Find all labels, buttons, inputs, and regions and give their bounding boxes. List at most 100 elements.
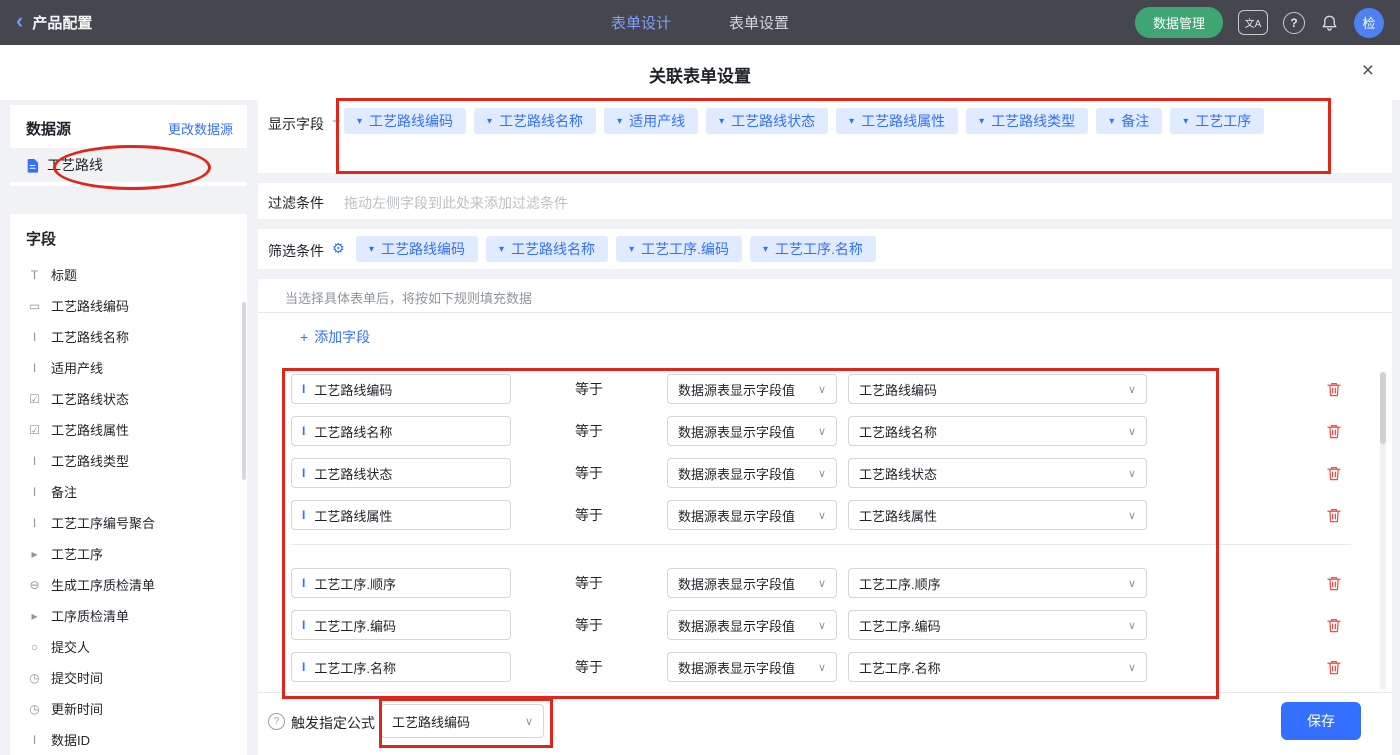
add-display-field-icon[interactable]: + bbox=[332, 113, 341, 130]
rules-hint: 当选择具体表单后，将按如下规则填充数据 bbox=[285, 291, 533, 306]
caret-down-icon: ▾ bbox=[617, 115, 623, 127]
source-select[interactable]: 数据源表显示字段值 ∨ bbox=[667, 416, 837, 446]
sidebar-field-item[interactable]: ◷ 更新时间 bbox=[10, 693, 247, 724]
datasource-item[interactable]: 工艺路线 bbox=[10, 148, 247, 182]
field-tag[interactable]: ▾ 工艺路线名称 bbox=[486, 236, 609, 262]
delete-icon[interactable] bbox=[1326, 617, 1342, 634]
datasource-panel: 数据源 更改数据源 工艺路线 bbox=[10, 105, 247, 186]
notification-bell-icon[interactable] bbox=[1320, 13, 1339, 33]
gear-icon[interactable]: ⚙ bbox=[332, 240, 345, 257]
field-tag[interactable]: ▾ 工艺路线编码 bbox=[344, 108, 467, 134]
delete-icon[interactable] bbox=[1326, 465, 1342, 482]
value-select-value: 工艺路线名称 bbox=[859, 424, 938, 440]
caret-down-icon: ▾ bbox=[629, 243, 635, 255]
sidebar-field-item[interactable]: I 适用产线 bbox=[10, 352, 247, 383]
rule-field-box[interactable]: I 工艺路线属性 bbox=[291, 500, 511, 530]
avatar[interactable]: 检 bbox=[1354, 7, 1384, 38]
field-tag[interactable]: ▾ 工艺路线状态 bbox=[706, 108, 829, 134]
divider bbox=[258, 312, 1392, 313]
sidebar-field-item[interactable]: I 工艺路线名称 bbox=[10, 321, 247, 352]
source-select[interactable]: 数据源表显示字段值 ∨ bbox=[667, 568, 837, 598]
text-icon: I bbox=[32, 484, 37, 499]
delete-icon[interactable] bbox=[1326, 423, 1342, 440]
value-select[interactable]: 工艺路线编码 ∨ bbox=[848, 374, 1147, 404]
source-select[interactable]: 数据源表显示字段值 ∨ bbox=[667, 652, 837, 682]
sidebar-field-item[interactable]: I 工艺路线类型 bbox=[10, 445, 247, 476]
field-tag[interactable]: ▾ 工艺工序.名称 bbox=[749, 236, 876, 262]
back-button[interactable]: ‹ 产品配置 bbox=[16, 10, 92, 33]
field-tag[interactable]: ▾ 工艺路线属性 bbox=[836, 108, 959, 134]
change-datasource-link[interactable]: 更改数据源 bbox=[168, 119, 233, 138]
tab-form-design[interactable]: 表单设计 bbox=[611, 12, 671, 33]
rule-field-box[interactable]: I 工艺工序.顺序 bbox=[291, 568, 511, 598]
tab-form-settings[interactable]: 表单设置 bbox=[729, 12, 789, 33]
sidebar-field-item[interactable]: ☑ 工艺路线状态 bbox=[10, 383, 247, 414]
tag-label: 工艺路线状态 bbox=[731, 113, 816, 129]
caret-down-icon: ▾ bbox=[979, 115, 985, 127]
close-icon[interactable]: × bbox=[1362, 60, 1374, 81]
title-icon: T bbox=[30, 267, 39, 282]
sidebar-field-item[interactable]: ▭ 工艺路线编码 bbox=[10, 290, 247, 321]
sidebar-field-item[interactable]: ◷ 提交时间 bbox=[10, 662, 247, 693]
field-tag[interactable]: ▾ 工艺工序 bbox=[1170, 108, 1265, 134]
rules-list: I 工艺路线编码 等于 数据源表显示字段值 ∨ 工艺路线编码 ∨ I 工艺路线名称 等于 数据源表显… bbox=[258, 374, 1392, 694]
tag-label: 工艺工序 bbox=[1195, 113, 1252, 129]
subform-icon: ▸ bbox=[31, 546, 38, 561]
sidebar-scrollbar[interactable] bbox=[242, 302, 246, 480]
translate-icon[interactable]: 文A bbox=[1238, 10, 1268, 35]
value-select[interactable]: 工艺路线属性 ∨ bbox=[848, 500, 1147, 530]
add-field-button[interactable]: + 添加字段 bbox=[300, 327, 370, 347]
source-select-value: 数据源表显示字段值 bbox=[678, 466, 796, 482]
help-circle-icon[interactable]: ? bbox=[268, 713, 285, 730]
value-select-value: 工艺工序.编码 bbox=[859, 618, 941, 634]
delete-icon[interactable] bbox=[1326, 507, 1342, 524]
help-icon[interactable]: ? bbox=[1283, 11, 1305, 34]
rules-scrollbar[interactable] bbox=[1380, 372, 1386, 444]
field-tag[interactable]: ▾ 适用产线 bbox=[604, 108, 699, 134]
sidebar-field-item[interactable]: ⊖ 生成工序质检清单 bbox=[10, 569, 247, 600]
delete-icon[interactable] bbox=[1326, 575, 1342, 592]
sidebar-field-item[interactable]: I 工艺工序编号聚合 bbox=[10, 507, 247, 538]
field-tag[interactable]: ▾ 工艺路线名称 bbox=[474, 108, 597, 134]
source-select[interactable]: 数据源表显示字段值 ∨ bbox=[667, 500, 837, 530]
field-tag[interactable]: ▾ 备注 bbox=[1096, 108, 1163, 134]
rule-field-box[interactable]: I 工艺工序.编码 bbox=[291, 610, 511, 640]
field-tag[interactable]: ▾ 工艺工序.编码 bbox=[616, 236, 742, 262]
sidebar-field-item[interactable]: ▸ 工艺工序 bbox=[10, 538, 247, 569]
rule-row: I 工艺路线编码 等于 数据源表显示字段值 ∨ 工艺路线编码 ∨ bbox=[291, 374, 1392, 404]
caret-down-icon: ▾ bbox=[762, 243, 769, 255]
value-select[interactable]: 工艺路线状态 ∨ bbox=[848, 458, 1147, 488]
rule-field-box[interactable]: I 工艺路线编码 bbox=[291, 374, 511, 404]
delete-icon[interactable] bbox=[1326, 381, 1342, 398]
delete-icon[interactable] bbox=[1326, 659, 1342, 676]
sidebar-field-item[interactable]: ▸ 工序质检清单 bbox=[10, 600, 247, 631]
source-select[interactable]: 数据源表显示字段值 ∨ bbox=[667, 610, 837, 640]
page-title: 关联表单设置 bbox=[649, 67, 751, 86]
document-icon bbox=[27, 158, 39, 173]
field-tag[interactable]: ▾ 工艺路线编码 bbox=[356, 236, 479, 262]
text-icon: I bbox=[32, 453, 37, 468]
trigger-formula-select[interactable]: 工艺路线编码 ∨ bbox=[381, 704, 544, 738]
source-select[interactable]: 数据源表显示字段值 ∨ bbox=[667, 374, 837, 404]
source-select[interactable]: 数据源表显示字段值 ∨ bbox=[667, 458, 837, 488]
rule-field-box[interactable]: I 工艺工序.名称 bbox=[291, 652, 511, 682]
value-select[interactable]: 工艺路线名称 ∨ bbox=[848, 416, 1147, 446]
select-icon: ☑ bbox=[29, 422, 40, 437]
value-select[interactable]: 工艺工序.名称 ∨ bbox=[848, 652, 1147, 682]
tag-label: 工艺工序.名称 bbox=[775, 241, 863, 257]
tag-label: 工艺路线编码 bbox=[369, 113, 454, 129]
sidebar-field-item[interactable]: I 备注 bbox=[10, 476, 247, 507]
save-button[interactable]: 保存 bbox=[1281, 702, 1361, 740]
value-select[interactable]: 工艺工序.编码 ∨ bbox=[848, 610, 1147, 640]
sidebar-field-label: 适用产线 bbox=[51, 361, 104, 376]
value-select[interactable]: 工艺工序.顺序 ∨ bbox=[848, 568, 1147, 598]
sidebar-field-item[interactable]: T 标题 bbox=[10, 259, 247, 290]
rule-field-box[interactable]: I 工艺路线名称 bbox=[291, 416, 511, 446]
rule-field-box[interactable]: I 工艺路线状态 bbox=[291, 458, 511, 488]
sidebar-field-item[interactable]: ○ 提交人 bbox=[10, 631, 247, 662]
data-manage-button[interactable]: 数据管理 bbox=[1134, 7, 1223, 38]
sidebar-field-item[interactable]: ☑ 工艺路线属性 bbox=[10, 414, 247, 445]
sidebar-field-item[interactable]: I 数据ID bbox=[10, 724, 247, 755]
field-tag[interactable]: ▾ 工艺路线类型 bbox=[966, 108, 1089, 134]
display-fields-label: 显示字段 bbox=[268, 116, 324, 132]
